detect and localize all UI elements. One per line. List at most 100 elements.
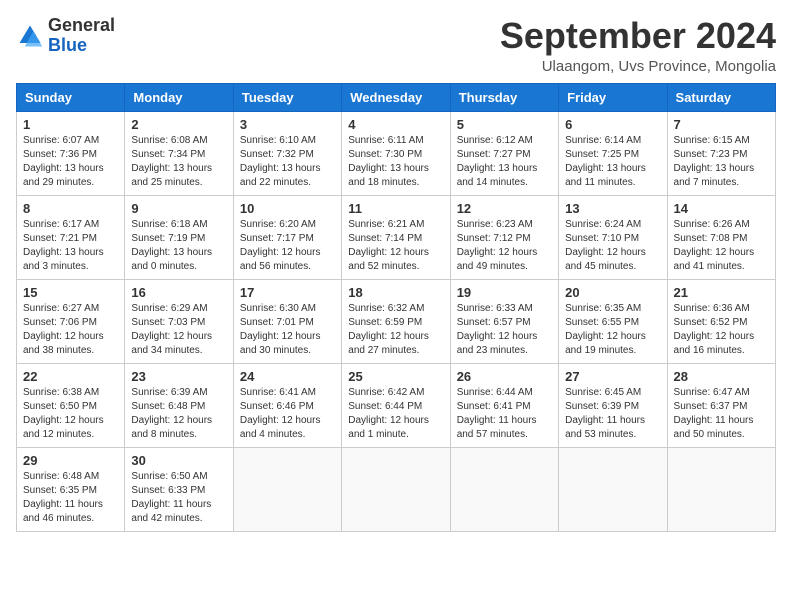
calendar-cell: 18 Sunrise: 6:32 AM Sunset: 6:59 PM Dayli… bbox=[342, 279, 450, 363]
day-number: 28 bbox=[674, 369, 769, 384]
day-info: Sunrise: 6:41 AM Sunset: 6:46 PM Dayligh… bbox=[240, 386, 335, 442]
day-number: 1 bbox=[23, 117, 118, 132]
day-number: 11 bbox=[348, 201, 443, 216]
calendar-cell: 19Sunrise: 6:33 AM Sunset: 6:57 PM Dayli… bbox=[450, 279, 558, 363]
day-number: 27 bbox=[565, 369, 660, 384]
calendar-cell: 29Sunrise: 6:48 AM Sunset: 6:35 PM Dayli… bbox=[17, 447, 125, 531]
day-info: Sunrise: 6:36 AM Sunset: 6:52 PM Dayligh… bbox=[674, 302, 769, 358]
calendar-cell bbox=[559, 447, 667, 531]
calendar-cell: 28 Sunrise: 6:47 AM Sunset: 6:37 PM Dayli… bbox=[667, 363, 775, 447]
day-info: Sunrise: 6:45 AM Sunset: 6:39 PM Dayligh… bbox=[565, 386, 660, 442]
day-number: 15 bbox=[23, 285, 118, 300]
day-info: Sunrise: 6:30 AM Sunset: 7:01 PM Dayligh… bbox=[240, 302, 335, 358]
day-info: Sunrise: 6:38 AM Sunset: 6:50 PM Dayligh… bbox=[23, 386, 118, 442]
calendar-cell: 6Sunrise: 6:14 AM Sunset: 7:25 PM Daylig… bbox=[559, 111, 667, 195]
calendar-cell: 17Sunrise: 6:30 AM Sunset: 7:01 PM Dayli… bbox=[233, 279, 341, 363]
calendar-cell: 7 Sunrise: 6:15 AM Sunset: 7:23 PM Daylig… bbox=[667, 111, 775, 195]
day-info: Sunrise: 6:26 AM Sunset: 7:08 PM Dayligh… bbox=[674, 218, 769, 274]
day-number: 13 bbox=[565, 201, 660, 216]
calendar-cell: 22Sunrise: 6:38 AM Sunset: 6:50 PM Dayli… bbox=[17, 363, 125, 447]
calendar-cell bbox=[450, 447, 558, 531]
calendar-table: SundayMondayTuesdayWednesdayThursdayFrid… bbox=[16, 83, 776, 532]
day-info: Sunrise: 6:17 AM Sunset: 7:21 PM Dayligh… bbox=[23, 218, 118, 274]
calendar-cell: 14 Sunrise: 6:26 AM Sunset: 7:08 PM Dayli… bbox=[667, 195, 775, 279]
day-header-thursday: Thursday bbox=[450, 83, 558, 111]
day-number: 7 bbox=[674, 117, 769, 132]
calendar-cell: 15 Sunrise: 6:27 AM Sunset: 7:06 PM Dayli… bbox=[17, 279, 125, 363]
logo-icon bbox=[16, 22, 44, 50]
day-number: 14 bbox=[674, 201, 769, 216]
day-header-sunday: Sunday bbox=[17, 83, 125, 111]
day-info: Sunrise: 6:47 AM Sunset: 6:37 PM Dayligh… bbox=[674, 386, 769, 442]
day-number: 9 bbox=[131, 201, 226, 216]
day-info: Sunrise: 6:44 AM Sunset: 6:41 PM Dayligh… bbox=[457, 386, 552, 442]
day-number: 26 bbox=[457, 369, 552, 384]
day-number: 10 bbox=[240, 201, 335, 216]
page-header: General Blue September 2024 Ulaangom, Uv… bbox=[16, 16, 776, 75]
day-info: Sunrise: 6:29 AM Sunset: 7:03 PM Dayligh… bbox=[131, 302, 226, 358]
calendar-cell: 12 Sunrise: 6:23 AM Sunset: 7:12 PM Dayli… bbox=[450, 195, 558, 279]
day-info: Sunrise: 6:21 AM Sunset: 7:14 PM Dayligh… bbox=[348, 218, 443, 274]
week-row-2: 8 Sunrise: 6:17 AM Sunset: 7:21 PM Daylig… bbox=[17, 195, 776, 279]
month-title: September 2024 bbox=[500, 16, 776, 56]
day-number: 30 bbox=[131, 453, 226, 468]
calendar-cell: 9 Sunrise: 6:18 AM Sunset: 7:19 PM Daylig… bbox=[125, 195, 233, 279]
day-header-friday: Friday bbox=[559, 83, 667, 111]
calendar-cell: 25 Sunrise: 6:42 AM Sunset: 6:44 PM Dayli… bbox=[342, 363, 450, 447]
day-header-saturday: Saturday bbox=[667, 83, 775, 111]
calendar-cell: 8 Sunrise: 6:17 AM Sunset: 7:21 PM Daylig… bbox=[17, 195, 125, 279]
day-number: 24 bbox=[240, 369, 335, 384]
day-info: Sunrise: 6:23 AM Sunset: 7:12 PM Dayligh… bbox=[457, 218, 552, 274]
week-row-4: 22Sunrise: 6:38 AM Sunset: 6:50 PM Dayli… bbox=[17, 363, 776, 447]
day-info: Sunrise: 6:48 AM Sunset: 6:35 PM Dayligh… bbox=[23, 470, 118, 526]
day-header-monday: Monday bbox=[125, 83, 233, 111]
calendar-cell: 10 Sunrise: 6:20 AM Sunset: 7:17 PM Dayli… bbox=[233, 195, 341, 279]
calendar-cell: 3Sunrise: 6:10 AM Sunset: 7:32 PM Daylig… bbox=[233, 111, 341, 195]
day-info: Sunrise: 6:14 AM Sunset: 7:25 PM Dayligh… bbox=[565, 134, 660, 190]
calendar-cell: 16 Sunrise: 6:29 AM Sunset: 7:03 PM Dayli… bbox=[125, 279, 233, 363]
week-row-1: 1 Sunrise: 6:07 AM Sunset: 7:36 PM Daylig… bbox=[17, 111, 776, 195]
calendar-cell: 1 Sunrise: 6:07 AM Sunset: 7:36 PM Daylig… bbox=[17, 111, 125, 195]
day-number: 4 bbox=[348, 117, 443, 132]
calendar-cell: 26 Sunrise: 6:44 AM Sunset: 6:41 PM Dayli… bbox=[450, 363, 558, 447]
day-info: Sunrise: 6:32 AM Sunset: 6:59 PM Dayligh… bbox=[348, 302, 443, 358]
day-info: Sunrise: 6:12 AM Sunset: 7:27 PM Dayligh… bbox=[457, 134, 552, 190]
calendar-cell: 5 Sunrise: 6:12 AM Sunset: 7:27 PM Daylig… bbox=[450, 111, 558, 195]
day-info: Sunrise: 6:35 AM Sunset: 6:55 PM Dayligh… bbox=[565, 302, 660, 358]
day-info: Sunrise: 6:33 AM Sunset: 6:57 PM Dayligh… bbox=[457, 302, 552, 358]
day-info: Sunrise: 6:50 AM Sunset: 6:33 PM Dayligh… bbox=[131, 470, 226, 526]
calendar-cell: 20Sunrise: 6:35 AM Sunset: 6:55 PM Dayli… bbox=[559, 279, 667, 363]
logo: General Blue bbox=[16, 16, 115, 56]
calendar-cell: 2 Sunrise: 6:08 AM Sunset: 7:34 PM Daylig… bbox=[125, 111, 233, 195]
day-number: 5 bbox=[457, 117, 552, 132]
calendar-header-row: SundayMondayTuesdayWednesdayThursdayFrid… bbox=[17, 83, 776, 111]
day-number: 23 bbox=[131, 369, 226, 384]
location-subtitle: Ulaangom, Uvs Province, Mongolia bbox=[500, 58, 776, 75]
day-info: Sunrise: 6:08 AM Sunset: 7:34 PM Dayligh… bbox=[131, 134, 226, 190]
week-row-5: 29Sunrise: 6:48 AM Sunset: 6:35 PM Dayli… bbox=[17, 447, 776, 531]
calendar-cell: 24 Sunrise: 6:41 AM Sunset: 6:46 PM Dayli… bbox=[233, 363, 341, 447]
day-info: Sunrise: 6:15 AM Sunset: 7:23 PM Dayligh… bbox=[674, 134, 769, 190]
day-info: Sunrise: 6:11 AM Sunset: 7:30 PM Dayligh… bbox=[348, 134, 443, 190]
calendar-cell: 23 Sunrise: 6:39 AM Sunset: 6:48 PM Dayli… bbox=[125, 363, 233, 447]
day-number: 12 bbox=[457, 201, 552, 216]
day-info: Sunrise: 6:20 AM Sunset: 7:17 PM Dayligh… bbox=[240, 218, 335, 274]
day-info: Sunrise: 6:42 AM Sunset: 6:44 PM Dayligh… bbox=[348, 386, 443, 442]
day-number: 25 bbox=[348, 369, 443, 384]
day-number: 16 bbox=[131, 285, 226, 300]
day-info: Sunrise: 6:27 AM Sunset: 7:06 PM Dayligh… bbox=[23, 302, 118, 358]
calendar-cell: 4 Sunrise: 6:11 AM Sunset: 7:30 PM Daylig… bbox=[342, 111, 450, 195]
day-info: Sunrise: 6:10 AM Sunset: 7:32 PM Dayligh… bbox=[240, 134, 335, 190]
day-info: Sunrise: 6:07 AM Sunset: 7:36 PM Dayligh… bbox=[23, 134, 118, 190]
day-info: Sunrise: 6:39 AM Sunset: 6:48 PM Dayligh… bbox=[131, 386, 226, 442]
calendar-cell: 30 Sunrise: 6:50 AM Sunset: 6:33 PM Dayli… bbox=[125, 447, 233, 531]
calendar-cell: 11 Sunrise: 6:21 AM Sunset: 7:14 PM Dayli… bbox=[342, 195, 450, 279]
day-number: 18 bbox=[348, 285, 443, 300]
day-info: Sunrise: 6:24 AM Sunset: 7:10 PM Dayligh… bbox=[565, 218, 660, 274]
day-number: 2 bbox=[131, 117, 226, 132]
calendar-cell: 13 Sunrise: 6:24 AM Sunset: 7:10 PM Dayli… bbox=[559, 195, 667, 279]
day-info: Sunrise: 6:18 AM Sunset: 7:19 PM Dayligh… bbox=[131, 218, 226, 274]
day-number: 8 bbox=[23, 201, 118, 216]
calendar-cell bbox=[667, 447, 775, 531]
day-header-tuesday: Tuesday bbox=[233, 83, 341, 111]
